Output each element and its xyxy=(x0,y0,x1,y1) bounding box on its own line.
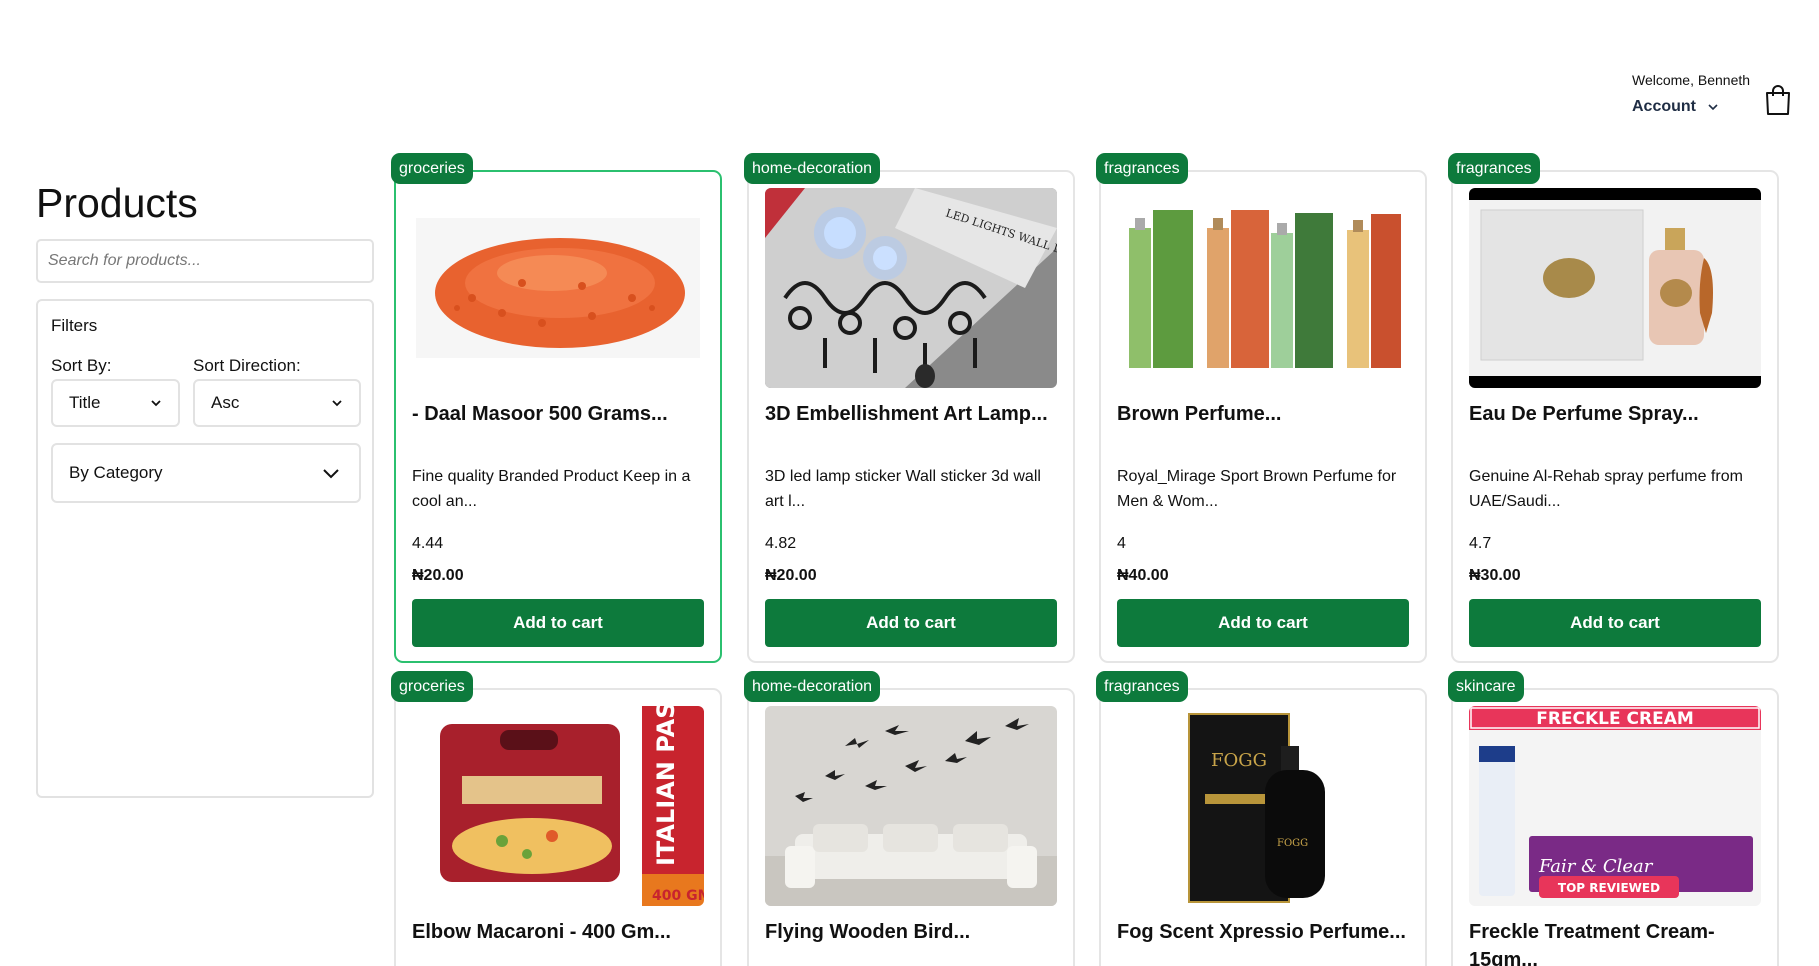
product-card[interactable]: skincare FRECKLE CREAM Fair & Clear TOP … xyxy=(1448,671,1779,966)
product-price: ₦30.00 xyxy=(1469,567,1521,584)
category-badge: home-decoration xyxy=(744,153,881,184)
svg-text:FOGG: FOGG xyxy=(1277,838,1308,849)
account-menu[interactable]: Account xyxy=(1632,98,1720,116)
category-badge: fragrances xyxy=(1096,671,1188,702)
product-card[interactable]: groceries ITALIAN PASTA 400 GM Elbow Mac… xyxy=(391,671,722,966)
product-card[interactable]: fragrances FOGG FOGG Fog Scent Xpressio … xyxy=(1096,671,1427,966)
product-card[interactable]: groceries - Daal Masoor 500 Grams... Fin… xyxy=(391,153,722,663)
shopping-bag-icon[interactable] xyxy=(1764,84,1792,116)
category-label: By Category xyxy=(69,463,163,482)
category-badge: groceries xyxy=(391,671,473,702)
chevron-down-icon xyxy=(151,400,161,407)
sort-direction-select[interactable]: Asc xyxy=(193,379,361,427)
product-description: 3D led lamp sticker Wall sticker 3d wall… xyxy=(765,468,1041,510)
product-card[interactable]: home-decoration Flying Wooden Bird... xyxy=(744,671,1075,966)
filters-title: Filters xyxy=(51,316,98,335)
product-price: ₦20.00 xyxy=(765,567,817,584)
product-rating: 4.82 xyxy=(765,535,797,552)
freckle-banner-text: FRECKLE CREAM xyxy=(1536,709,1694,729)
product-title[interactable]: Eau De Perfume Spray... xyxy=(1469,400,1765,428)
category-badge: fragrances xyxy=(1096,153,1188,184)
category-badge: skincare xyxy=(1448,671,1524,702)
category-badge: home-decoration xyxy=(744,671,881,702)
sort-by-select[interactable]: Title xyxy=(51,379,180,427)
fogg-brand-text: FOGG xyxy=(1211,750,1267,771)
add-to-cart-button[interactable]: Add to cart xyxy=(1469,599,1761,647)
product-title[interactable]: Elbow Macaroni - 400 Gm... xyxy=(412,918,708,946)
chevron-down-icon xyxy=(1708,104,1718,111)
product-image xyxy=(765,706,1057,906)
product-title[interactable]: Flying Wooden Bird... xyxy=(765,918,1061,946)
category-dropdown[interactable]: By Category xyxy=(51,443,361,503)
product-card[interactable]: fragrances Eau De Perfume Spray... Genui… xyxy=(1448,153,1779,663)
product-image xyxy=(1117,188,1409,388)
sort-direction-value: Asc xyxy=(211,393,240,412)
page-title: Products xyxy=(36,180,198,226)
product-title[interactable]: - Daal Masoor 500 Grams... xyxy=(412,400,708,428)
sort-direction-label: Sort Direction: xyxy=(193,356,301,375)
sort-by-value: Title xyxy=(69,393,101,412)
freckle-brand-text: Fair & Clear xyxy=(1538,856,1654,877)
top-header: Welcome, Benneth Account xyxy=(0,0,1819,130)
product-image xyxy=(412,188,704,388)
product-image: ITALIAN PASTA 400 GM xyxy=(412,706,704,906)
product-title[interactable]: Freckle Treatment Cream-15gm... xyxy=(1469,918,1765,966)
product-rating: 4 xyxy=(1117,535,1126,552)
search-input[interactable] xyxy=(36,239,374,283)
pasta-side-text: ITALIAN PASTA xyxy=(652,706,680,866)
product-price: ₦40.00 xyxy=(1117,567,1169,584)
welcome-text: Welcome, Benneth xyxy=(1632,72,1751,88)
product-description: Fine quality Branded Product Keep in a c… xyxy=(412,468,691,510)
chevron-down-icon xyxy=(332,400,342,407)
product-price: ₦20.00 xyxy=(412,567,464,584)
product-image: FRECKLE CREAM Fair & Clear TOP REVIEWED xyxy=(1469,706,1761,906)
product-title[interactable]: Brown Perfume... xyxy=(1117,400,1413,428)
category-badge: fragrances xyxy=(1448,153,1540,184)
filters-panel: Filters Sort By: Sort Direction: Title A… xyxy=(36,299,374,798)
freckle-tag-text: TOP REVIEWED xyxy=(1558,881,1660,895)
product-description: Genuine Al-Rehab spray perfume from UAE/… xyxy=(1469,468,1743,510)
add-to-cart-button[interactable]: Add to cart xyxy=(412,599,704,647)
add-to-cart-button[interactable]: Add to cart xyxy=(765,599,1057,647)
product-image: LED LIGHTS WALL LAMP xyxy=(765,188,1057,388)
sort-by-label: Sort By: xyxy=(51,356,112,375)
product-rating: 4.7 xyxy=(1469,535,1492,552)
product-card[interactable]: fragrances Brown Perfume... Royal_Mirage… xyxy=(1096,153,1427,663)
chevron-down-icon xyxy=(323,469,339,479)
pasta-weight-text: 400 GM xyxy=(652,888,704,904)
product-image xyxy=(1469,188,1761,388)
product-title[interactable]: 3D Embellishment Art Lamp... xyxy=(765,400,1061,428)
account-label: Account xyxy=(1632,98,1696,115)
product-card[interactable]: home-decoration LED LIGHTS WALL LAMP 3D … xyxy=(744,153,1075,663)
add-to-cart-button[interactable]: Add to cart xyxy=(1117,599,1409,647)
category-badge: groceries xyxy=(391,153,473,184)
product-title[interactable]: Fog Scent Xpressio Perfume... xyxy=(1117,918,1413,946)
product-description: Royal_Mirage Sport Brown Perfume for Men… xyxy=(1117,468,1397,510)
product-image: FOGG FOGG xyxy=(1117,706,1409,906)
product-rating: 4.44 xyxy=(412,535,444,552)
